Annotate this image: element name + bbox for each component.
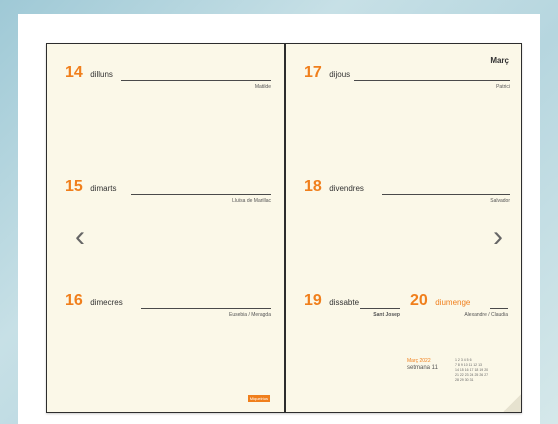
saint-name: Lluïsa de Marillac <box>232 198 271 204</box>
page-curl-corner <box>503 394 521 412</box>
previous-arrow-icon[interactable]: ‹ <box>75 220 85 254</box>
day-18: 18 divendres Salvador <box>304 178 510 208</box>
day-17: 17 dijous Patrici <box>304 64 510 94</box>
day-name: divendres <box>329 184 364 193</box>
line <box>121 80 271 81</box>
brand-logo: Miquelrius <box>247 395 270 402</box>
day-name: dimarts <box>90 184 117 193</box>
line <box>131 194 271 195</box>
day-15: 15 dimarts Lluïsa de Marillac <box>65 178 271 208</box>
day-19: 19 dissabte Sant Josep <box>304 292 400 322</box>
line <box>489 308 508 309</box>
day-16: 16 dimecres Eusebia / Meragda <box>65 292 271 322</box>
day-name: dijous <box>329 70 351 79</box>
line <box>141 308 271 309</box>
day-name: dimecres <box>90 298 123 307</box>
saint-name: Matilde <box>254 84 271 90</box>
day-name: dilluns <box>90 70 113 79</box>
saint-name: Alexandre / Claudia <box>464 312 508 318</box>
day-name: diumenge <box>435 298 471 307</box>
mini-calendar-grid: 1 2 3 4 5 6 7 8 9 10 11 12 13 14 15 16 1… <box>455 358 507 383</box>
right-page: Març 17 dijous Patrici 18 divendres Salv… <box>284 43 522 413</box>
saint-name: Salvador <box>490 198 510 204</box>
planner-spread: 14 dilluns Matilde 15 dimarts Lluïsa de … <box>46 43 522 413</box>
day-number: 15 <box>65 178 83 195</box>
day-name: dissabte <box>329 298 360 307</box>
next-arrow-icon[interactable]: › <box>493 220 503 254</box>
day-number: 19 <box>303 292 322 309</box>
line <box>381 194 510 195</box>
saint-name: Sant Josep <box>373 312 400 318</box>
saint-name: Patrici <box>496 84 510 90</box>
mini-calendar-label: Març 2022 <box>407 358 431 364</box>
day-number: 14 <box>65 64 83 81</box>
mini-calendar: Març 2022 setmana 11 1 2 3 4 5 6 7 8 9 1… <box>407 358 507 388</box>
line <box>359 308 400 309</box>
line <box>353 80 510 81</box>
left-page: 14 dilluns Matilde 15 dimarts Lluïsa de … <box>46 43 285 413</box>
day-20: 20 diumenge Alexandre / Claudia <box>410 292 508 322</box>
saint-name: Eusebia / Meragda <box>229 312 271 318</box>
week-label: setmana 11 <box>407 365 438 371</box>
day-number: 16 <box>65 292 83 309</box>
mini-calendar-row: 28 29 30 31 <box>455 378 474 382</box>
day-number: 17 <box>303 64 322 81</box>
day-number: 18 <box>303 178 322 195</box>
day-14: 14 dilluns Matilde <box>65 64 271 94</box>
day-number: 20 <box>409 292 428 309</box>
